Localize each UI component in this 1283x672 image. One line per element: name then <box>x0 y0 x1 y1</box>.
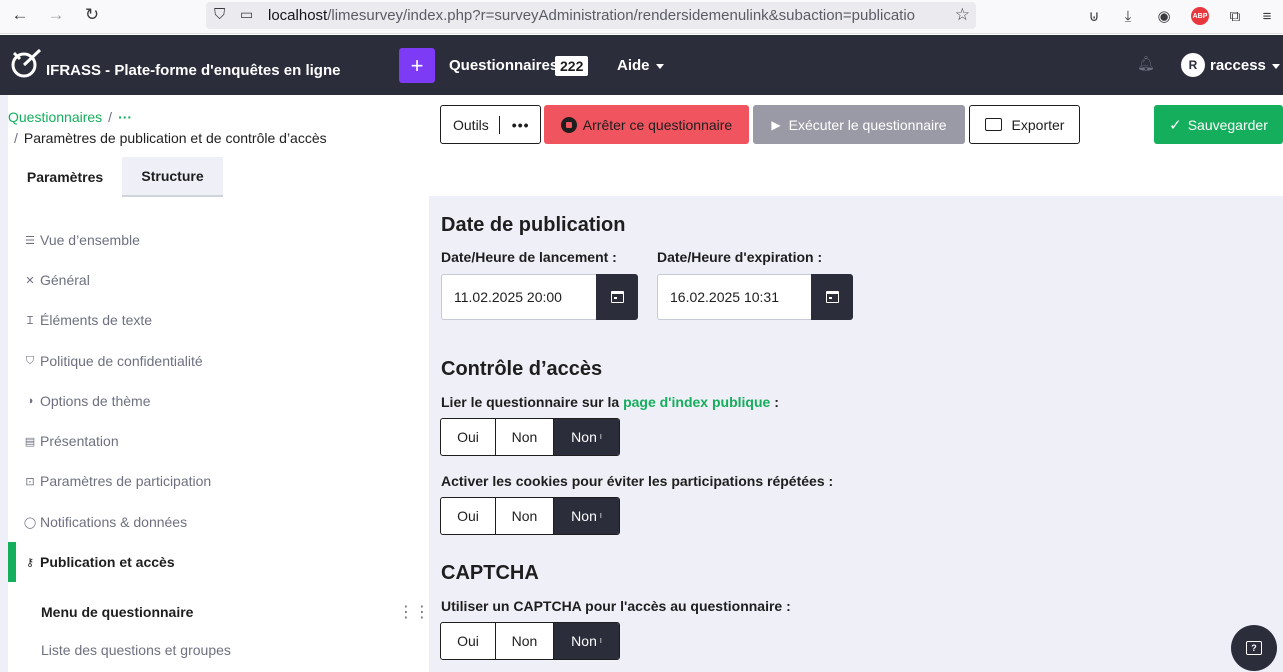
surveys-count-badge: 222 <box>555 56 589 76</box>
more-icon[interactable]: ••• <box>512 117 530 133</box>
expiry-date-group <box>657 274 853 320</box>
breadcrumb-ellipsis[interactable]: ··· <box>118 109 132 125</box>
app-title[interactable]: IFRASS - Plate-forme d'enquêtes en ligne <box>46 62 340 79</box>
help-chat-button[interactable]: ? <box>1231 625 1277 671</box>
toggle-inherit[interactable]: Non I <box>554 419 619 455</box>
toggle-no[interactable]: Non <box>496 498 554 534</box>
forward-icon[interactable]: → <box>42 3 70 27</box>
sidebar-item-publication[interactable]: ⚷ Publication et accès <box>8 542 429 582</box>
avatar[interactable]: R <box>1181 53 1205 77</box>
surveys-nav-link[interactable]: Questionnaires <box>449 57 558 74</box>
page-gutter <box>0 95 8 672</box>
sidebar-item-notifications[interactable]: ◯ Notifications & données <box>8 502 429 542</box>
shield-icon: ⛉ <box>25 354 35 367</box>
survey-menu-heading: Menu de questionnaire <box>41 604 194 620</box>
public-index-link[interactable]: page d'index publique <box>623 394 770 410</box>
public-index-label: Lier le questionnaire sur la page d'inde… <box>441 394 779 410</box>
toggle-inherit[interactable]: Non I <box>554 498 619 534</box>
tab-structure[interactable]: Structure <box>122 157 223 197</box>
captcha-label: Utiliser un CAPTCHA pour l'accès au ques… <box>441 598 791 614</box>
download-icon[interactable]: ⤓ <box>1117 5 1139 27</box>
start-date-field[interactable] <box>441 274 596 320</box>
app-header: IFRASS - Plate-forme d'enquêtes en ligne… <box>0 35 1283 95</box>
shield-icon[interactable]: ⛉ <box>214 6 225 23</box>
expiry-date-picker-button[interactable] <box>811 274 853 320</box>
user-menu[interactable]: raccess <box>1210 57 1280 74</box>
limesurvey-logo-icon[interactable] <box>10 47 42 79</box>
captcha-heading: CAPTCHA <box>441 562 539 584</box>
adblock-icon[interactable]: ABP <box>1189 5 1211 27</box>
export-button[interactable]: Exporter <box>969 105 1080 144</box>
text-icon: Ｉ <box>24 315 36 327</box>
menu-icon[interactable]: ≡ <box>1256 5 1278 27</box>
bookmark-star-icon[interactable]: ☆ <box>955 5 970 25</box>
folder-icon <box>984 118 1002 131</box>
toggle-inherit[interactable]: Non I <box>554 623 619 659</box>
sidebar-item-overview[interactable]: ☰ Vue d’ensemble <box>8 220 429 260</box>
presentation-icon: ▤ <box>24 435 36 448</box>
expiry-date-field[interactable] <box>657 274 811 320</box>
address-bar[interactable]: ⛉ ▭ localhost/limesurvey/index.php?r=sur… <box>206 2 976 29</box>
breadcrumb: Questionnaires / ··· <box>8 109 133 125</box>
sidebar-item-question-list[interactable]: Liste des questions et groupes <box>41 642 231 658</box>
sidebar-item-participation[interactable]: ⊡ Paramètres de participation <box>8 461 429 501</box>
url-text[interactable]: localhost/limesurvey/index.php?r=surveyA… <box>268 7 946 24</box>
account-icon[interactable]: ◉ <box>1153 5 1175 27</box>
active-indicator <box>8 542 16 582</box>
toggle-no[interactable]: Non <box>496 623 554 659</box>
sidebar-item-theme-options[interactable]: ◑ Options de thème <box>8 381 429 421</box>
captcha-toggle: Oui Non Non I <box>440 622 620 660</box>
calendar-icon <box>610 291 624 303</box>
chevron-down-icon <box>1271 63 1280 69</box>
play-icon: ▶ <box>771 117 781 132</box>
start-date-group <box>441 274 638 320</box>
pocket-icon[interactable]: ⊍ <box>1083 5 1105 27</box>
publication-heading: Date de publication <box>441 214 626 236</box>
sidebar-item-general[interactable]: ✕ Général <box>8 260 429 300</box>
cookies-toggle: Oui Non Non I <box>440 497 620 535</box>
toggle-yes[interactable]: Oui <box>441 498 496 534</box>
sidebar-item-privacy[interactable]: ⛉ Politique de confidentialité <box>8 341 429 381</box>
toggle-yes[interactable]: Oui <box>441 623 496 659</box>
check-icon: ✓ <box>1169 116 1182 134</box>
run-survey-button[interactable]: ▶ Exécuter le questionnaire <box>753 105 965 144</box>
breadcrumb-root[interactable]: Questionnaires <box>8 109 102 125</box>
toggle-yes[interactable]: Oui <box>441 419 496 455</box>
back-icon[interactable]: ← <box>6 3 34 27</box>
bell-icon[interactable]: 🔔︎ <box>1137 55 1155 72</box>
calendar-icon <box>825 291 839 303</box>
stop-icon <box>560 116 577 133</box>
drag-handle-icon[interactable]: ⋮⋮ <box>398 605 430 621</box>
access-control-heading: Contrôle d’accès <box>441 358 603 380</box>
expiry-date-label: Date/Heure d'expiration : <box>657 249 823 265</box>
public-index-toggle: Oui Non Non I <box>440 418 620 456</box>
contrast-icon: ◑ <box>26 395 34 407</box>
help-menu[interactable]: Aide <box>617 57 664 74</box>
sidebar-item-presentation[interactable]: ▤ Présentation <box>8 421 429 461</box>
browser-toolbar: ← → ↻ ⛉ ▭ localhost/limesurvey/index.php… <box>0 0 1283 34</box>
start-date-label: Date/Heure de lancement : <box>441 249 617 265</box>
list-icon: ☰ <box>25 234 35 247</box>
cookies-label: Activer les cookies pour éviter les part… <box>441 473 834 489</box>
extensions-icon[interactable]: ⧉ <box>1224 5 1246 27</box>
start-date-picker-button[interactable] <box>596 274 638 320</box>
tab-settings[interactable]: Paramètres <box>8 157 122 197</box>
tools-button[interactable]: Outils ••• <box>440 105 541 144</box>
stop-survey-button[interactable]: Arrêter ce questionnaire <box>544 105 749 144</box>
toggle-no[interactable]: Non <box>496 419 554 455</box>
create-button[interactable]: + <box>399 48 435 83</box>
chevron-down-icon <box>655 63 664 69</box>
tools-icon: ✕ <box>25 274 35 287</box>
reload-icon[interactable]: ↻ <box>78 3 106 27</box>
sidebar-item-text-elements[interactable]: Ｉ Éléments de texte <box>8 300 429 340</box>
page-icon: ▭ <box>240 6 254 22</box>
breadcrumb-current: / Paramètres de publication et de contrôl… <box>14 130 327 146</box>
participants-icon: ⊡ <box>25 475 35 488</box>
save-button[interactable]: ✓ Sauvegarder <box>1154 105 1283 144</box>
help-bubble-icon: ? <box>1246 641 1262 655</box>
bell-icon: ◯ <box>23 516 37 529</box>
